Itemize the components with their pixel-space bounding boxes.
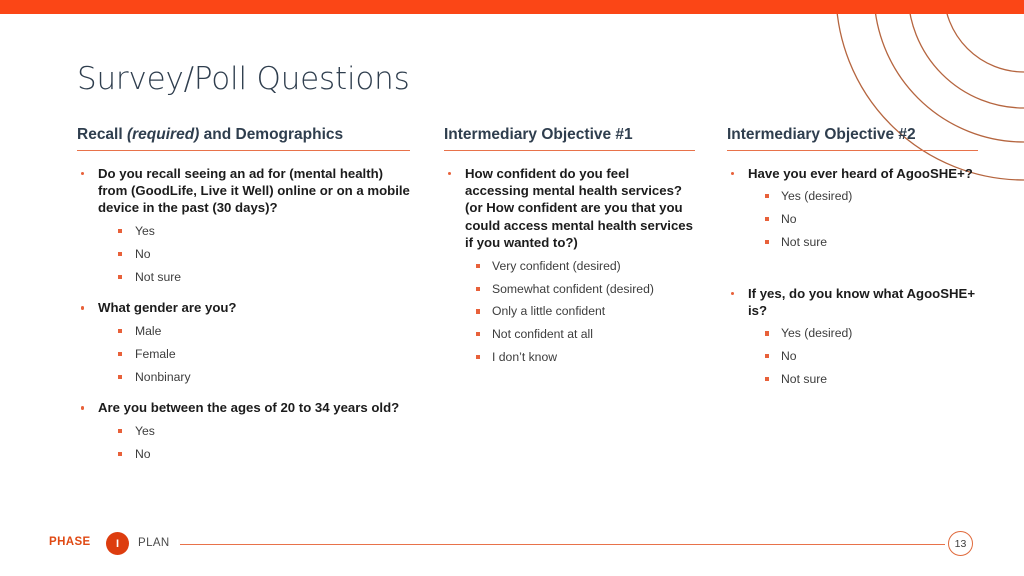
answer-item: I don’t know xyxy=(465,350,695,366)
answer-item: No xyxy=(98,447,410,463)
question-item: Have you ever heard of AgooSHE+? Yes (de… xyxy=(727,165,978,251)
answer-item: Nonbinary xyxy=(98,370,410,386)
answer-item: No xyxy=(748,212,978,228)
page-title: Survey/Poll Questions xyxy=(77,61,410,97)
answer-item: Very confident (desired) xyxy=(465,259,695,275)
column-header-italic: (required) xyxy=(126,126,200,143)
answer-list: Yes (desired) No Not sure xyxy=(748,326,978,388)
question-text: How confident do you feel accessing ment… xyxy=(465,165,693,251)
answer-item: Not sure xyxy=(748,235,978,251)
footer-divider-rule xyxy=(180,544,945,546)
column-header-before: Intermediary Objective #2 xyxy=(727,126,916,143)
answer-list: Yes No Not sure xyxy=(98,224,410,286)
answer-list: Yes (desired) No Not sure xyxy=(748,189,978,251)
question-item: Do you recall seeing an ad for (mental h… xyxy=(77,165,410,286)
column-recall-demographics: Recall (required) and Demographics Do yo… xyxy=(77,126,410,463)
question-item: What gender are you? Male Female Nonbina… xyxy=(77,299,410,385)
question-text: Have you ever heard of AgooSHE+? xyxy=(748,165,973,181)
question-list: Do you recall seeing an ad for (mental h… xyxy=(77,165,410,463)
answer-item: Yes (desired) xyxy=(748,189,978,205)
phase-label: PHASE xyxy=(49,536,91,548)
column-header: Intermediary Objective #2 xyxy=(727,126,978,151)
column-header-before: Intermediary Objective #1 xyxy=(444,126,633,143)
answer-item: Yes (desired) xyxy=(748,326,978,342)
question-list: Have you ever heard of AgooSHE+? Yes (de… xyxy=(727,165,978,388)
question-text: Do you recall seeing an ad for (mental h… xyxy=(98,165,410,216)
slide-footer: PHASE I PLAN 13 xyxy=(0,520,1024,576)
answer-item: Yes xyxy=(98,424,410,440)
answer-item: No xyxy=(98,247,410,263)
slide: Survey/Poll Questions Recall (required) … xyxy=(0,0,1024,576)
answer-item: Male xyxy=(98,324,410,340)
column-header-before: Recall xyxy=(77,126,127,143)
question-text: Are you between the ages of 20 to 34 yea… xyxy=(98,400,400,416)
answer-item: No xyxy=(748,349,978,365)
column-header-after: and Demographics xyxy=(199,126,344,143)
column-objective-1: Intermediary Objective #1 How confident … xyxy=(444,126,695,366)
page-number-badge: 13 xyxy=(948,531,973,556)
answer-item: Only a little confident xyxy=(465,304,695,320)
question-text: If yes, do you know what AgooSHE+ is? xyxy=(748,285,976,319)
question-item: Are you between the ages of 20 to 34 yea… xyxy=(77,399,410,462)
phase-name: PLAN xyxy=(138,537,170,549)
question-list: How confident do you feel accessing ment… xyxy=(444,165,695,366)
question-item: How confident do you feel accessing ment… xyxy=(444,165,695,366)
answer-list: Very confident (desired) Somewhat confid… xyxy=(465,259,695,366)
answer-list: Yes No xyxy=(98,424,410,463)
answer-item: Not confident at all xyxy=(465,327,695,343)
answer-item: Not sure xyxy=(98,270,410,286)
answer-item: Not sure xyxy=(748,372,978,388)
column-header: Intermediary Objective #1 xyxy=(444,126,695,151)
top-accent-bar xyxy=(0,0,1024,14)
column-header: Recall (required) and Demographics xyxy=(77,126,410,151)
column-objective-2: Intermediary Objective #2 Have you ever … xyxy=(727,126,978,388)
answer-item: Female xyxy=(98,347,410,363)
question-item: If yes, do you know what AgooSHE+ is? Ye… xyxy=(727,285,978,388)
answer-item: Somewhat confident (desired) xyxy=(465,282,695,298)
answer-list: Male Female Nonbinary xyxy=(98,324,410,386)
phase-number-badge: I xyxy=(106,532,129,555)
question-text: What gender are you? xyxy=(98,300,237,316)
answer-item: Yes xyxy=(98,224,410,240)
